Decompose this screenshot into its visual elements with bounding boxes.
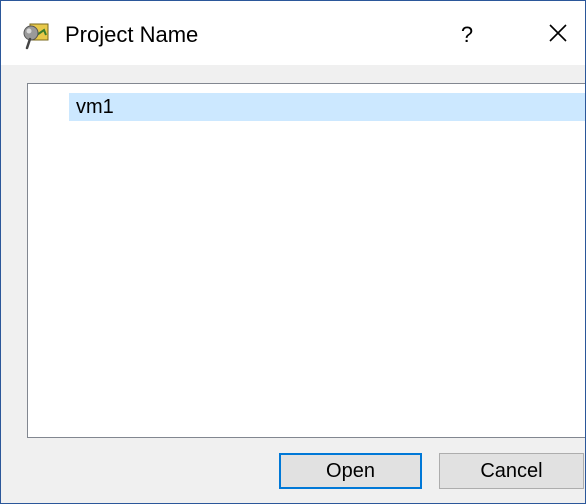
list-item[interactable]: vm1 <box>69 93 585 121</box>
cancel-button[interactable]: Cancel <box>439 453 584 489</box>
close-icon <box>548 23 568 48</box>
project-name-dialog: Project Name ? vm1 Open Cancel <box>0 0 586 504</box>
title-bar[interactable]: Project Name ? <box>1 1 585 65</box>
close-button[interactable] <box>531 13 585 57</box>
open-button[interactable]: Open <box>279 453 422 489</box>
help-button[interactable]: ? <box>441 13 493 57</box>
project-list[interactable]: vm1 <box>27 83 585 438</box>
list-item-label: vm1 <box>76 96 114 118</box>
qgis-project-icon <box>21 21 51 51</box>
window-title: Project Name <box>65 22 199 47</box>
